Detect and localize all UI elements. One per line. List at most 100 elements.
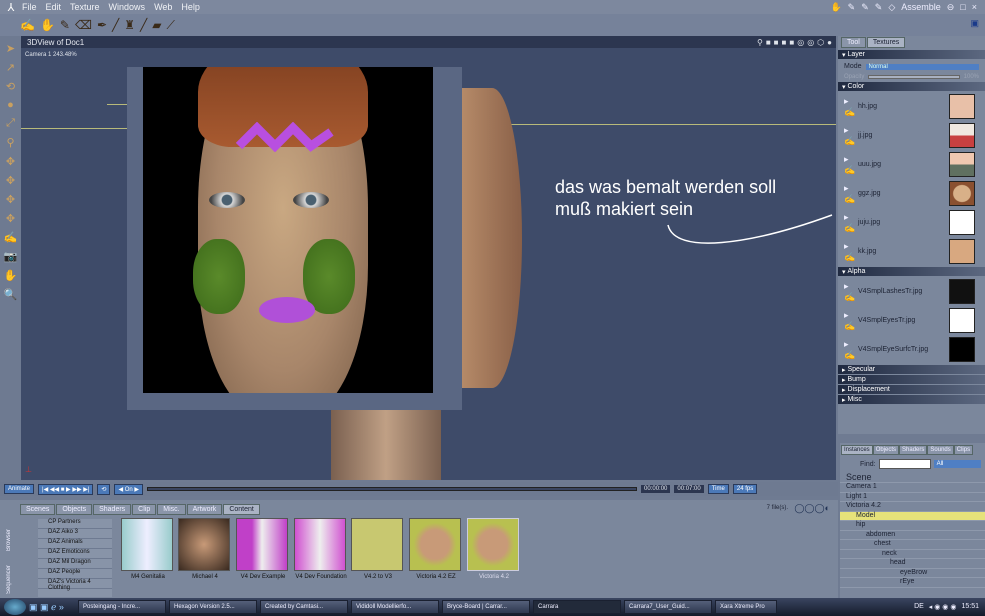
storyboard-room-icon[interactable]: ✎ xyxy=(861,2,869,13)
layer-section-header[interactable]: ▾ Layer xyxy=(838,50,985,59)
layer-visibility-icon[interactable]: ▸✍ xyxy=(844,339,858,361)
tab-sounds[interactable]: Sounds xyxy=(927,445,954,455)
render-room-icon[interactable]: ◇ xyxy=(888,2,895,13)
menu-file[interactable]: File xyxy=(22,2,37,12)
layer-visibility-icon[interactable]: ▸✍ xyxy=(844,310,858,332)
content-item[interactable]: V4.2 to V3 xyxy=(351,518,405,580)
3d-viewport[interactable]: Camera 1 243.48% ⊥ xyxy=(21,48,836,480)
link-tool-icon[interactable]: ⚲ xyxy=(6,136,14,149)
view-layout-icon[interactable]: ■ xyxy=(782,38,787,47)
category-item[interactable]: DAZ People xyxy=(38,569,112,579)
time-end[interactable]: 00:07:00 xyxy=(674,485,704,493)
tab-objects[interactable]: Objects xyxy=(872,445,900,455)
tab-shaders[interactable]: Shaders xyxy=(93,504,132,515)
language-indicator[interactable]: DE xyxy=(914,603,924,611)
taskbar-item-active[interactable]: Carrara xyxy=(533,600,621,614)
content-item[interactable]: V4 Dev Foundation xyxy=(294,518,348,580)
timeline-slider[interactable] xyxy=(147,487,638,491)
tree-item[interactable]: abdomen xyxy=(840,531,985,540)
category-item[interactable]: DAZ Aiko 3 xyxy=(38,529,112,539)
menu-windows[interactable]: Windows xyxy=(109,2,146,12)
tab-misc[interactable]: Misc. xyxy=(157,504,186,515)
tree-item[interactable]: Light 1 xyxy=(840,493,985,502)
line-tool-icon[interactable]: ╱ xyxy=(140,18,147,32)
pick-tool-icon[interactable]: ↗ xyxy=(6,61,15,74)
assemble-room-icon[interactable]: ✋ xyxy=(830,2,841,13)
category-item[interactable]: DAZ Emoticons xyxy=(38,549,112,559)
tray-icons[interactable]: ◂ ◉ ◉ ◉ xyxy=(929,603,957,611)
paint-tool-icon[interactable]: ✍ xyxy=(20,18,35,32)
time-unit-select[interactable]: Time xyxy=(707,484,729,494)
move-plane-tool-icon[interactable]: ✥ xyxy=(6,174,15,187)
category-item[interactable]: DAZ's Victoria 4 Clothing xyxy=(38,579,112,591)
find-input[interactable] xyxy=(878,459,931,469)
category-item[interactable]: CP Partners xyxy=(38,519,112,529)
select-tool-icon[interactable]: ➤ xyxy=(6,42,15,55)
side-tab-sequencer[interactable]: Sequencer xyxy=(6,565,16,594)
zoom-tool-icon[interactable]: 🔍 xyxy=(4,288,18,301)
pencil-tool-icon[interactable]: ╱ xyxy=(112,18,119,32)
view-layout-icon[interactable]: ■ xyxy=(766,38,771,47)
category-item[interactable]: DAZ Animals xyxy=(38,539,112,549)
bend-tool-icon[interactable]: ✥ xyxy=(6,212,15,225)
menu-edit[interactable]: Edit xyxy=(46,2,62,12)
camera-select-icon[interactable]: ⚲ xyxy=(757,38,763,47)
move-tool-icon[interactable]: ✥ xyxy=(6,155,15,168)
tab-instances[interactable]: Instances xyxy=(841,445,873,455)
alpha-section-header[interactable]: ▾ Alpha xyxy=(838,267,985,276)
close-button[interactable]: × xyxy=(972,2,977,12)
view-options-icons[interactable]: ◯◯◯◐ xyxy=(794,503,830,514)
eraser-tool-icon[interactable]: ⌫ xyxy=(75,18,92,32)
layer-visibility-icon[interactable]: ▸✍ xyxy=(844,183,858,205)
content-item[interactable]: M4 Genitalia xyxy=(121,518,175,580)
layer-visibility-icon[interactable]: ▸✍ xyxy=(844,125,858,147)
texture-layer-row[interactable]: ▸✍ ggz.jpg xyxy=(838,179,985,208)
animate-button[interactable]: Animate xyxy=(4,484,35,494)
dolly-tool-icon[interactable]: ✥ xyxy=(6,193,15,206)
tab-textures[interactable]: Textures xyxy=(866,37,906,48)
rotate-tool-icon[interactable]: ⟲ xyxy=(6,80,15,93)
texture-room-icon[interactable]: ✎ xyxy=(875,2,883,13)
layer-visibility-icon[interactable]: ▸✍ xyxy=(844,154,858,176)
tab-scenes[interactable]: Scenes xyxy=(20,504,56,515)
tree-item[interactable]: Camera 1 xyxy=(840,483,985,493)
category-item[interactable]: DAZ Mil Dragon xyxy=(38,559,112,569)
menu-web[interactable]: Web xyxy=(154,2,172,12)
content-item-selected[interactable]: Victoria 4.2 xyxy=(467,518,521,580)
taskbar-item[interactable]: Created by Camtasi... xyxy=(260,600,348,614)
smudge-tool-icon[interactable]: ▰ xyxy=(152,18,161,32)
taskbar-item[interactable]: Bryce-Board | Carrar... xyxy=(442,600,530,614)
alpha-layer-row[interactable]: ▸✍ V4SmplEyeSurfcTr.jpg xyxy=(838,335,985,364)
content-item[interactable]: Victoria 4.2 EZ xyxy=(409,518,463,580)
content-item[interactable]: Michael 4 xyxy=(178,518,232,580)
tree-item[interactable]: Scene xyxy=(840,472,985,483)
tree-item[interactable]: head xyxy=(840,559,985,569)
color-section-header[interactable]: ▾ Color xyxy=(838,82,985,91)
render-mode-icon[interactable]: ◎ xyxy=(797,38,804,47)
tree-item-selected[interactable]: Model xyxy=(840,511,985,521)
maximize-button[interactable]: □ xyxy=(960,2,965,12)
tab-artwork[interactable]: Artwork xyxy=(186,504,223,515)
texture-layer-row[interactable]: ▸✍ juju.jpg xyxy=(838,208,985,237)
mode-select[interactable]: Normal xyxy=(865,63,979,70)
layer-visibility-icon[interactable]: ▸✍ xyxy=(844,241,858,263)
tab-clips[interactable]: Clips xyxy=(953,445,974,455)
tree-item[interactable]: eyeBrow xyxy=(840,569,985,578)
taskbar-item[interactable]: Hexagon Version 2.5... xyxy=(169,600,257,614)
paint-3d-tool-icon[interactable]: ✍ xyxy=(4,231,18,244)
texture-layer-row[interactable]: ▸✍ jj.jpg xyxy=(838,121,985,150)
time-start[interactable]: 00:00:00 xyxy=(641,485,671,493)
pen-tool-icon[interactable]: ✒ xyxy=(97,18,107,32)
misc-section-header[interactable]: ▸ Misc xyxy=(838,395,985,404)
tree-item[interactable]: neck xyxy=(840,550,985,559)
menu-help[interactable]: Help xyxy=(181,2,200,12)
side-tab-browser[interactable]: Browser xyxy=(6,529,16,551)
taskbar-item[interactable]: Posteingang - Incre... xyxy=(78,600,166,614)
model-room-icon[interactable]: ✎ xyxy=(848,2,856,13)
tab-content[interactable]: Content xyxy=(223,504,260,515)
specular-section-header[interactable]: ▸ Specular xyxy=(838,365,985,374)
taskbar-item[interactable]: Vididoll Modellierfo... xyxy=(351,600,439,614)
hand-tool-icon[interactable]: ✋ xyxy=(40,18,55,32)
dropper-tool-icon[interactable]: ⟋ xyxy=(166,18,174,33)
start-button[interactable] xyxy=(4,599,26,615)
